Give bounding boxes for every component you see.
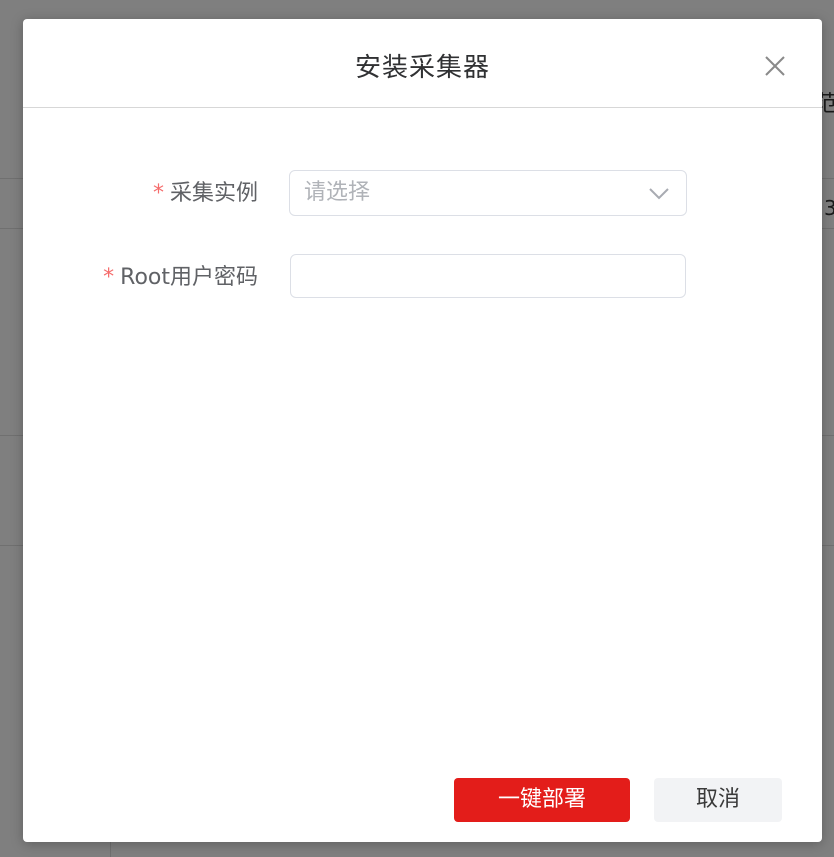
dialog-header: 安装采集器 bbox=[23, 19, 822, 108]
install-collector-dialog: 安装采集器 * 采集实例 请选择 * Root用户密码 一键部署 取消 bbox=[23, 19, 822, 842]
instance-select-placeholder: 请选择 bbox=[304, 180, 371, 205]
required-mark: * bbox=[152, 181, 164, 206]
dialog-title: 安装采集器 bbox=[354, 53, 490, 83]
instance-label: * 采集实例 bbox=[153, 170, 258, 218]
root-password-label: * Root用户密码 bbox=[103, 254, 258, 302]
close-icon bbox=[765, 56, 785, 76]
close-button[interactable] bbox=[764, 55, 786, 77]
form-row-root-password: * Root用户密码 bbox=[23, 254, 822, 302]
instance-label-text: 采集实例 bbox=[169, 181, 258, 206]
cancel-button[interactable]: 取消 bbox=[654, 778, 782, 822]
deploy-button[interactable]: 一键部署 bbox=[454, 778, 630, 822]
required-mark: * bbox=[103, 265, 115, 290]
root-password-label-text: Root用户密码 bbox=[120, 265, 258, 290]
chevron-down-icon bbox=[649, 188, 669, 200]
root-password-input[interactable] bbox=[290, 254, 686, 298]
instance-select[interactable]: 请选择 bbox=[289, 170, 687, 216]
form-row-instance: * 采集实例 请选择 bbox=[23, 170, 822, 218]
